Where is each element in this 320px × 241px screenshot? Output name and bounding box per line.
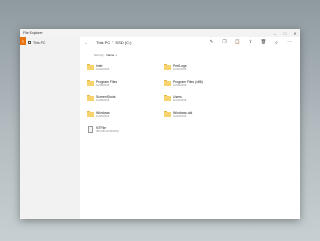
folder-icon [87, 95, 94, 101]
folder-icon [164, 95, 171, 101]
item-date: 354 KB 11/25/2016 [96, 129, 119, 133]
maximize-button[interactable]: □ [280, 29, 290, 37]
list-item[interactable]: Windows.old 11/24/2016 [164, 111, 244, 121]
list-item[interactable]: ScreenShots 11/25/2016 [87, 95, 167, 105]
window-title: File Explorer [23, 31, 43, 35]
chevron-down-icon: ∨ [115, 53, 118, 57]
sidebar-item-label: This PC [33, 40, 46, 45]
computer-icon [28, 41, 31, 44]
minimize-button[interactable]: – [270, 29, 280, 37]
rename-icon[interactable]: ✎ [205, 37, 218, 47]
item-date: 11/25/2016 [96, 114, 110, 118]
list-item[interactable]: NTFile 354 KB 11/25/2016 [87, 126, 167, 136]
breadcrumb-separator-icon: › [112, 40, 114, 44]
folder-icon [164, 111, 171, 117]
list-item[interactable]: Users 11/24/2016 [164, 95, 244, 105]
list-item[interactable]: Intel 11/22/2016 [87, 64, 167, 74]
sort-control[interactable]: Sort by: Name ∨ [94, 53, 117, 57]
sort-value: Name [106, 53, 115, 57]
paste-icon[interactable]: 📋 [231, 37, 244, 47]
sort-label: Sort by: [94, 53, 105, 57]
item-date: 11/25/2016 [173, 83, 187, 87]
folder-icon [87, 111, 94, 117]
close-button[interactable]: ✕ [290, 29, 300, 37]
breadcrumb-item-this-pc[interactable]: This PC [96, 40, 110, 45]
delete-icon[interactable]: 🗑 [257, 37, 270, 47]
item-date: 11/25/2016 [96, 83, 110, 87]
title-bar[interactable]: File Explorer – □ ✕ [20, 29, 300, 37]
navigation-pane: ≡ This PC [20, 37, 80, 219]
command-bar: ← This PC › SSD (C:) ✎ ❐ 📋 ⇪ 🗑 ⌕ ⋯ [80, 37, 300, 47]
file-explorer-window: File Explorer – □ ✕ ≡ This PC ← This PC … [20, 29, 300, 219]
sidebar-item-this-pc[interactable]: This PC [20, 39, 80, 46]
item-date: 11/22/2016 [96, 67, 110, 71]
list-item[interactable]: Program Files 11/25/2016 [87, 80, 167, 90]
share-icon[interactable]: ⇪ [244, 37, 257, 47]
breadcrumb: This PC › SSD (C:) [96, 40, 131, 45]
list-item[interactable]: PerfLogs 11/22/2016 [164, 64, 244, 74]
folder-icon [87, 64, 94, 70]
item-date: 11/25/2016 [96, 98, 110, 102]
toolbar-actions: ✎ ❐ 📋 ⇪ 🗑 ⌕ ⋯ [205, 37, 296, 47]
item-date: 11/24/2016 [173, 98, 187, 102]
more-icon[interactable]: ⋯ [283, 37, 296, 47]
copy-icon[interactable]: ❐ [218, 37, 231, 47]
folder-icon [87, 80, 94, 86]
list-item[interactable]: Program Files (x86) 11/25/2016 [164, 80, 244, 90]
breadcrumb-item-drive[interactable]: SSD (C:) [115, 40, 131, 45]
item-date: 11/22/2016 [173, 67, 187, 71]
back-arrow-icon[interactable]: ← [84, 40, 90, 45]
window-controls: – □ ✕ [270, 29, 300, 37]
folder-icon [164, 64, 171, 70]
file-icon [87, 126, 93, 133]
item-date: 11/24/2016 [173, 114, 187, 118]
list-item[interactable]: Windows 11/25/2016 [87, 111, 167, 121]
folder-icon [164, 80, 171, 86]
search-icon[interactable]: ⌕ [270, 37, 283, 47]
